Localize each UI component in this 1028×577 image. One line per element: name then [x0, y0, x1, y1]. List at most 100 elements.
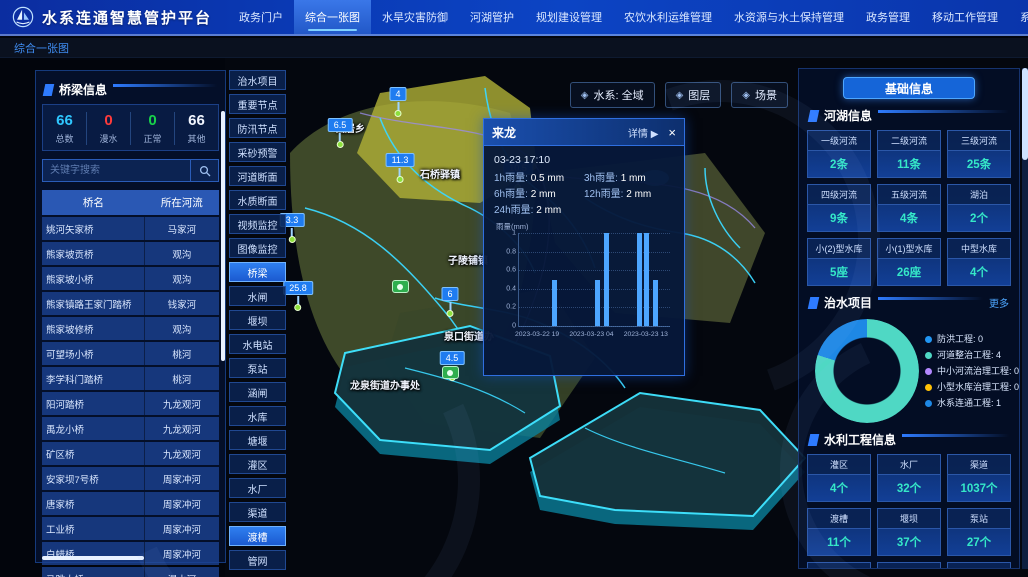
camera-icon[interactable] — [392, 280, 409, 293]
card-value: 2个 — [948, 205, 1010, 231]
nav-item-综合一张图[interactable]: 综合一张图 — [294, 0, 371, 34]
card-value: 32个 — [878, 475, 940, 501]
table-row[interactable]: 可望场小桥桃河 — [42, 342, 219, 365]
nav-item-移动工作管理[interactable]: 移动工作管理 — [921, 0, 1009, 34]
layer-item-水闸[interactable]: 水闸 — [229, 286, 286, 306]
bridge-searchbar — [42, 159, 219, 182]
table-row[interactable]: 熊家坡小桥观沟 — [42, 267, 219, 290]
card-value: 5座 — [808, 259, 870, 285]
layer-item-视频监控[interactable]: 视频监控 — [229, 214, 286, 234]
table-row[interactable]: 阳河踏桥九龙观河 — [42, 392, 219, 415]
base-info-tab[interactable]: 基础信息 — [843, 77, 975, 99]
popup-detail-link[interactable]: 详情 ▶ — [628, 125, 658, 140]
nav-item-河湖管护[interactable]: 河湖管护 — [459, 0, 525, 34]
map-control-水系: 全域[interactable]: ◈水系: 全域 — [570, 82, 655, 108]
legend-label: 防洪工程: 0 — [937, 331, 983, 347]
breadcrumb[interactable]: 综合一张图 — [14, 40, 69, 56]
layer-item-采砂预警[interactable]: 采砂预警 — [229, 142, 286, 162]
river-info-header: 河湖信息 — [809, 107, 1009, 124]
table-row[interactable]: 禹龙小桥九龙观河 — [42, 417, 219, 440]
search-button[interactable] — [191, 159, 219, 182]
card-label: 水电站 — [948, 563, 1010, 569]
legend-dot — [925, 352, 932, 359]
vertical-scrollbar[interactable] — [221, 111, 225, 361]
layer-item-管网[interactable]: 管网 — [229, 550, 286, 570]
table-row[interactable]: 白蜡桥周家冲河 — [42, 542, 219, 565]
col-river-name: 所在河流 — [145, 190, 219, 215]
control-label: 水系: 全域 — [593, 87, 643, 103]
table-row[interactable]: 熊家镇路王家门踏桥钱家河 — [42, 292, 219, 315]
donut-legend: 防洪工程: 0河道整治工程: 4中小河流治理工程: 0小型水库治理工程: 0水系… — [925, 331, 1019, 411]
nav-item-政务管理[interactable]: 政务管理 — [855, 0, 921, 34]
info-card-四级河流: 四级河流9条 — [807, 184, 871, 232]
layer-item-堰坝[interactable]: 堰坝 — [229, 310, 286, 330]
table-row[interactable]: 矿区桥九龙观河 — [42, 442, 219, 465]
layer-item-塘堰[interactable]: 塘堰 — [229, 430, 286, 450]
nav-item-规划建设管理[interactable]: 规划建设管理 — [525, 0, 613, 34]
table-row[interactable]: 唐家桥周家冲河 — [42, 492, 219, 515]
table-row[interactable]: 马跳大桥漫水河 — [42, 567, 219, 577]
camera-icon[interactable] — [442, 366, 459, 379]
layer-item-桥梁[interactable]: 桥梁 — [229, 262, 286, 282]
card-label: 湖泊 — [948, 185, 1010, 205]
map-marker[interactable]: 6 — [441, 284, 458, 317]
map-control-图层[interactable]: ◈图层 — [665, 82, 722, 108]
nav-item-系统管理[interactable]: 系统管理 — [1009, 0, 1028, 34]
map-marker[interactable]: 11.3 — [386, 150, 415, 183]
nav-item-农饮水利运维管理[interactable]: 农饮水利运维管理 — [613, 0, 723, 34]
layer-item-河道断面[interactable]: 河道断面 — [229, 166, 286, 186]
bridge-panel-title: 桥梁信息 — [59, 81, 107, 98]
cell-bridge-name: 马跳大桥 — [42, 567, 145, 577]
app-title: 水系连通智慧管护平台 — [42, 7, 212, 28]
layer-item-泵站[interactable]: 泵站 — [229, 358, 286, 378]
nav-item-水旱灾害防御[interactable]: 水旱灾害防御 — [371, 0, 459, 34]
layer-item-防汛节点[interactable]: 防汛节点 — [229, 118, 286, 138]
card-value: 11个 — [808, 529, 870, 555]
bridge-stat-漫水: 0漫水 — [87, 112, 131, 145]
close-icon[interactable]: × — [668, 126, 676, 139]
more-link[interactable]: 更多 — [989, 295, 1009, 310]
card-value: 9条 — [808, 205, 870, 231]
popup-timestamp: 03-23 17:10 — [494, 154, 674, 166]
table-row[interactable]: 熊家坡修桥观沟 — [42, 317, 219, 340]
layer-item-渠道[interactable]: 渠道 — [229, 502, 286, 522]
map-label-龙泉街道办事处: 龙泉街道办事处 — [350, 377, 420, 392]
layer-item-水库[interactable]: 水库 — [229, 406, 286, 426]
table-row[interactable]: 熊家坡贡桥观沟 — [42, 242, 219, 265]
layer-item-图像监控[interactable]: 图像监控 — [229, 238, 286, 258]
chart-bar — [637, 233, 642, 326]
layer-item-重要节点[interactable]: 重要节点 — [229, 94, 286, 114]
cell-river-name: 周家冲河 — [145, 542, 219, 565]
layer-item-渡槽[interactable]: 渡槽 — [229, 526, 286, 546]
horizontal-scrollbar[interactable] — [42, 556, 144, 560]
cell-bridge-name: 熊家镇路王家门踏桥 — [42, 292, 145, 315]
layer-item-治水项目[interactable]: 治水项目 — [229, 70, 286, 90]
arrow-right-icon: ▶ — [651, 129, 659, 140]
layer-item-涵闸[interactable]: 涵闸 — [229, 382, 286, 402]
map-marker[interactable]: 4 — [389, 84, 406, 117]
sailboat-logo-icon — [12, 6, 34, 28]
nav-item-政务门户[interactable]: 政务门户 — [228, 0, 294, 34]
layer-item-水质断面[interactable]: 水质断面 — [229, 190, 286, 210]
search-icon — [199, 165, 211, 177]
search-input[interactable] — [42, 159, 191, 182]
map-marker[interactable]: 6.5 — [328, 115, 353, 148]
info-card-二级河流: 二级河流11条 — [877, 130, 941, 178]
map-controls: ◈水系: 全域◈图层◈场景 — [570, 82, 788, 108]
right-scrollbar-thumb[interactable] — [1022, 68, 1028, 160]
nav-item-水资源与水土保持管理[interactable]: 水资源与水土保持管理 — [723, 0, 855, 34]
table-row[interactable]: 安家坝7号桥周家冲河 — [42, 467, 219, 490]
table-row[interactable]: 李学科门踏桥桃河 — [42, 367, 219, 390]
table-row[interactable]: 工业桥周家冲河 — [42, 517, 219, 540]
card-label: 涵洞 — [808, 563, 870, 569]
chart-x-tick: 2023-03-23 13 — [624, 331, 668, 338]
layer-item-灌区[interactable]: 灌区 — [229, 454, 286, 474]
rain-stat-value: 2 mm — [531, 189, 556, 200]
table-row[interactable]: 姚河矢家桥马家河 — [42, 217, 219, 240]
section-line — [878, 110, 1009, 113]
layer-item-水厂[interactable]: 水厂 — [229, 478, 286, 498]
map-control-场景[interactable]: ◈场景 — [731, 82, 788, 108]
info-card-三级河流: 三级河流25条 — [947, 130, 1011, 178]
layer-item-水电站[interactable]: 水电站 — [229, 334, 286, 354]
map-marker[interactable]: 25.8 — [283, 278, 313, 311]
